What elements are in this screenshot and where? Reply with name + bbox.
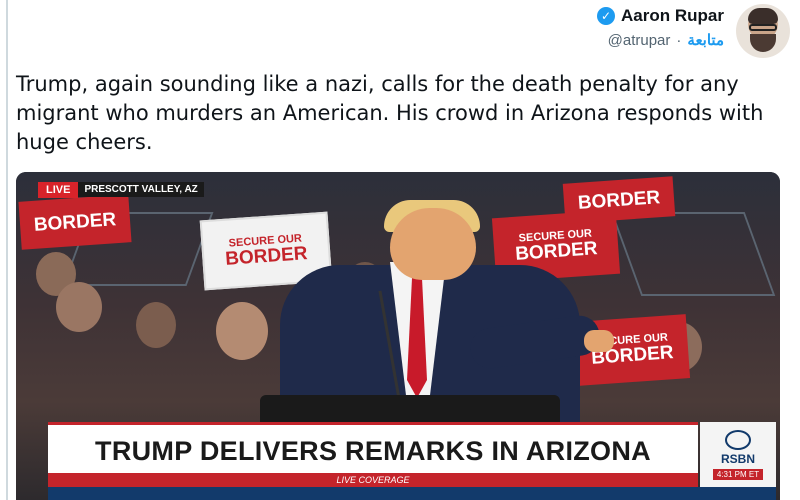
tweet-text: Trump, again sounding like a nazi, calls… — [16, 72, 764, 154]
author-meta-row: @atrupar · متابعة — [608, 31, 724, 50]
separator-dot: · — [676, 31, 682, 49]
news-ticker — [48, 487, 776, 500]
location-label: PRESCOTT VALLEY, AZ — [78, 182, 204, 197]
live-label: LIVE — [38, 181, 79, 198]
speaker-hand — [584, 330, 614, 352]
follow-button[interactable]: متابعة — [687, 31, 724, 49]
speaker-face — [390, 208, 476, 280]
avatar[interactable] — [736, 4, 790, 58]
verified-badge-icon: ✓ — [597, 7, 616, 25]
timeline-border — [6, 0, 8, 500]
network-logo-text: RSBN — [720, 451, 755, 466]
broadcast-time: 4:31 PM ET — [712, 468, 764, 480]
live-badge: LIVE PRESCOTT VALLEY, AZ — [38, 181, 204, 198]
network-logo: RSBN 4:31 PM ET — [700, 422, 776, 487]
protest-sign: BORDER — [562, 176, 676, 224]
author-name-row[interactable]: ✓ Aaron Rupar — [597, 6, 724, 26]
seal-icon — [725, 429, 751, 450]
author-handle[interactable]: @atrupar — [608, 32, 671, 49]
protest-sign: BORDER — [18, 194, 132, 250]
tweet-header: ✓ Aaron Rupar @atrupar · متابعة — [490, 4, 790, 58]
live-coverage-strip: LIVE COVERAGE — [48, 473, 698, 487]
author-display-name[interactable]: Aaron Rupar — [621, 6, 724, 26]
news-banner: TRUMP DELIVERS REMARKS IN ARIZONA — [48, 422, 698, 477]
